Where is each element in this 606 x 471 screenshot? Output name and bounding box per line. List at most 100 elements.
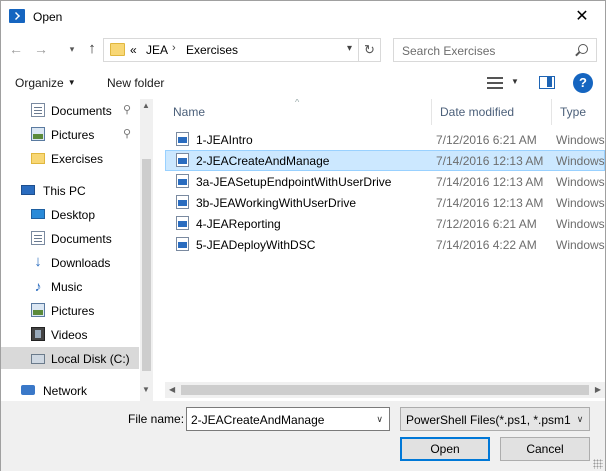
file-name: 3b-JEAWorkingWithUserDrive: [196, 196, 357, 210]
resize-grip[interactable]: [593, 459, 603, 469]
up-button[interactable]: ↑: [83, 40, 101, 58]
scroll-right-icon[interactable]: ▶: [595, 385, 601, 394]
refresh-button[interactable]: ↻: [358, 39, 380, 61]
file-name: 3a-JEASetupEndpointWithUserDrive: [196, 175, 392, 189]
pin-icon: ⚲: [123, 128, 132, 140]
table-row[interactable]: 3a-JEASetupEndpointWithUserDrive 7/14/20…: [165, 171, 605, 192]
folder-icon: [110, 43, 125, 56]
file-name: 5-JEADeployWithDSC: [196, 238, 316, 252]
pc-icon: [21, 185, 35, 195]
sidebar-item-network[interactable]: Network: [1, 379, 139, 401]
scroll-down-icon[interactable]: ▼: [142, 385, 150, 394]
powershell-file-icon: [176, 216, 189, 230]
search-placeholder: Search Exercises: [402, 44, 496, 58]
documents-icon: [31, 103, 45, 117]
file-type: Windows: [556, 154, 605, 168]
breadcrumb-exercises[interactable]: Exercises: [186, 43, 238, 57]
file-type: Windows: [556, 175, 605, 189]
file-date: 7/14/2016 12:13 AM: [436, 175, 544, 189]
pin-icon: ⚲: [123, 104, 132, 116]
organize-button[interactable]: Organize ▼: [15, 76, 76, 90]
file-name-field[interactable]: 2-JEACreateAndManage ∨: [186, 407, 390, 431]
back-button[interactable]: ←: [7, 40, 25, 58]
file-date: 7/14/2016 4:22 AM: [436, 238, 537, 252]
navigation-scrollbar[interactable]: ▲ ▼: [140, 99, 153, 401]
scrollbar-thumb[interactable]: [142, 159, 151, 371]
column-header-date[interactable]: Date modified: [431, 99, 551, 125]
search-box[interactable]: Search Exercises: [393, 38, 597, 62]
chevron-down-icon: ▼: [67, 78, 76, 87]
table-row[interactable]: 4-JEAReporting 7/12/2016 6:21 AM Windows: [165, 213, 605, 234]
title-bar: Open ✕: [1, 1, 605, 33]
file-name: 1-JEAIntro: [196, 133, 253, 147]
chevron-down-icon[interactable]: ∨: [571, 408, 589, 430]
organize-label: Organize: [15, 76, 64, 90]
sidebar-item-downloads[interactable]: ↓ Downloads: [1, 251, 139, 273]
column-header-name[interactable]: Name ^: [165, 99, 431, 125]
network-icon: [21, 385, 35, 395]
file-date: 7/14/2016 12:13 AM: [436, 196, 544, 210]
table-row[interactable]: 5-JEADeployWithDSC 7/14/2016 4:22 AM Win…: [165, 234, 605, 255]
file-list: Name ^ Date modified Type 1-JEAIntro 7/1…: [165, 99, 605, 401]
new-folder-button[interactable]: New folder: [107, 76, 164, 90]
column-header-label: Name: [173, 105, 206, 119]
sidebar-item-label: Pictures: [51, 128, 95, 142]
scroll-left-icon[interactable]: ◀: [169, 385, 175, 394]
horizontal-scrollbar[interactable]: ◀ ▶: [165, 382, 605, 398]
sidebar-item-label: Exercises: [51, 152, 104, 166]
sidebar-item-label: This PC: [43, 184, 86, 198]
sidebar-item-exercises[interactable]: Exercises: [1, 147, 139, 169]
scroll-up-icon[interactable]: ▲: [142, 101, 150, 110]
sidebar-item-label: Network: [43, 384, 88, 398]
navigation-bar: ← → ▾ ↑ « JEA › Exercises ▾ ↻ Search Exe…: [1, 33, 605, 67]
sidebar-item-documents[interactable]: Documents: [1, 227, 139, 249]
music-icon: ♪: [34, 278, 42, 294]
sidebar-item-documents-quick[interactable]: Documents ⚲: [1, 99, 139, 121]
address-dropdown-icon[interactable]: ▾: [347, 43, 352, 54]
powershell-file-icon: [176, 174, 189, 188]
breadcrumb-jea[interactable]: JEA: [146, 43, 168, 57]
close-button[interactable]: ✕: [567, 5, 597, 29]
pane-splitter[interactable]: [153, 99, 165, 401]
sidebar-item-videos[interactable]: Videos: [1, 323, 139, 345]
sidebar-item-pictures-quick[interactable]: Pictures ⚲: [1, 123, 139, 145]
file-name: 2-JEACreateAndManage: [196, 154, 330, 168]
pictures-icon: [31, 127, 45, 141]
file-type-filter[interactable]: PowerShell Files(*.ps1, *.psm1, * ∨: [400, 407, 590, 431]
open-dialog: Open ✕ ← → ▾ ↑ « JEA › Exercises ▾ ↻ Sea…: [0, 0, 606, 471]
chevron-down-icon[interactable]: ∨: [376, 414, 383, 425]
table-row[interactable]: 2-JEACreateAndManage 7/14/2016 12:13 AM …: [165, 150, 605, 171]
open-button[interactable]: Open: [400, 437, 490, 461]
sidebar-item-this-pc[interactable]: This PC: [1, 179, 139, 201]
view-options-chevron-icon[interactable]: ▼: [511, 77, 519, 86]
forward-button[interactable]: →: [32, 40, 50, 58]
table-row[interactable]: 1-JEAIntro 7/12/2016 6:21 AM Windows: [165, 129, 605, 150]
view-options-icon[interactable]: [487, 76, 505, 90]
file-date: 7/12/2016 6:21 AM: [436, 217, 537, 231]
folder-icon: [31, 153, 45, 164]
sidebar-item-label: Videos: [51, 328, 88, 342]
file-type: Windows: [556, 238, 605, 252]
cancel-button[interactable]: Cancel: [500, 437, 590, 461]
powershell-file-icon: [176, 132, 189, 146]
table-row[interactable]: 3b-JEAWorkingWithUserDrive 7/14/2016 12:…: [165, 192, 605, 213]
help-button[interactable]: ?: [573, 73, 593, 93]
address-bar[interactable]: « JEA › Exercises ▾ ↻: [103, 38, 381, 62]
recent-locations-button[interactable]: ▾: [63, 40, 81, 58]
preview-pane-icon[interactable]: [539, 76, 555, 89]
window-title: Open: [33, 10, 63, 24]
sidebar-item-music[interactable]: ♪ Music: [1, 275, 139, 297]
column-header-type[interactable]: Type: [551, 99, 605, 125]
sidebar-item-pictures[interactable]: Pictures: [1, 299, 139, 321]
file-name: 4-JEAReporting: [196, 217, 281, 231]
file-name-value: 2-JEACreateAndManage: [191, 413, 325, 427]
sidebar-item-desktop[interactable]: Desktop: [1, 203, 139, 225]
scrollbar-thumb[interactable]: [181, 385, 589, 395]
breadcrumb-overflow[interactable]: «: [130, 43, 137, 57]
sort-ascending-icon: ^: [295, 99, 300, 107]
disk-icon: [31, 354, 45, 364]
powershell-file-icon: [176, 237, 189, 251]
breadcrumb-separator[interactable]: ›: [172, 42, 176, 54]
file-type: Windows: [556, 217, 605, 231]
sidebar-item-local-disk[interactable]: Local Disk (C:): [1, 347, 139, 369]
